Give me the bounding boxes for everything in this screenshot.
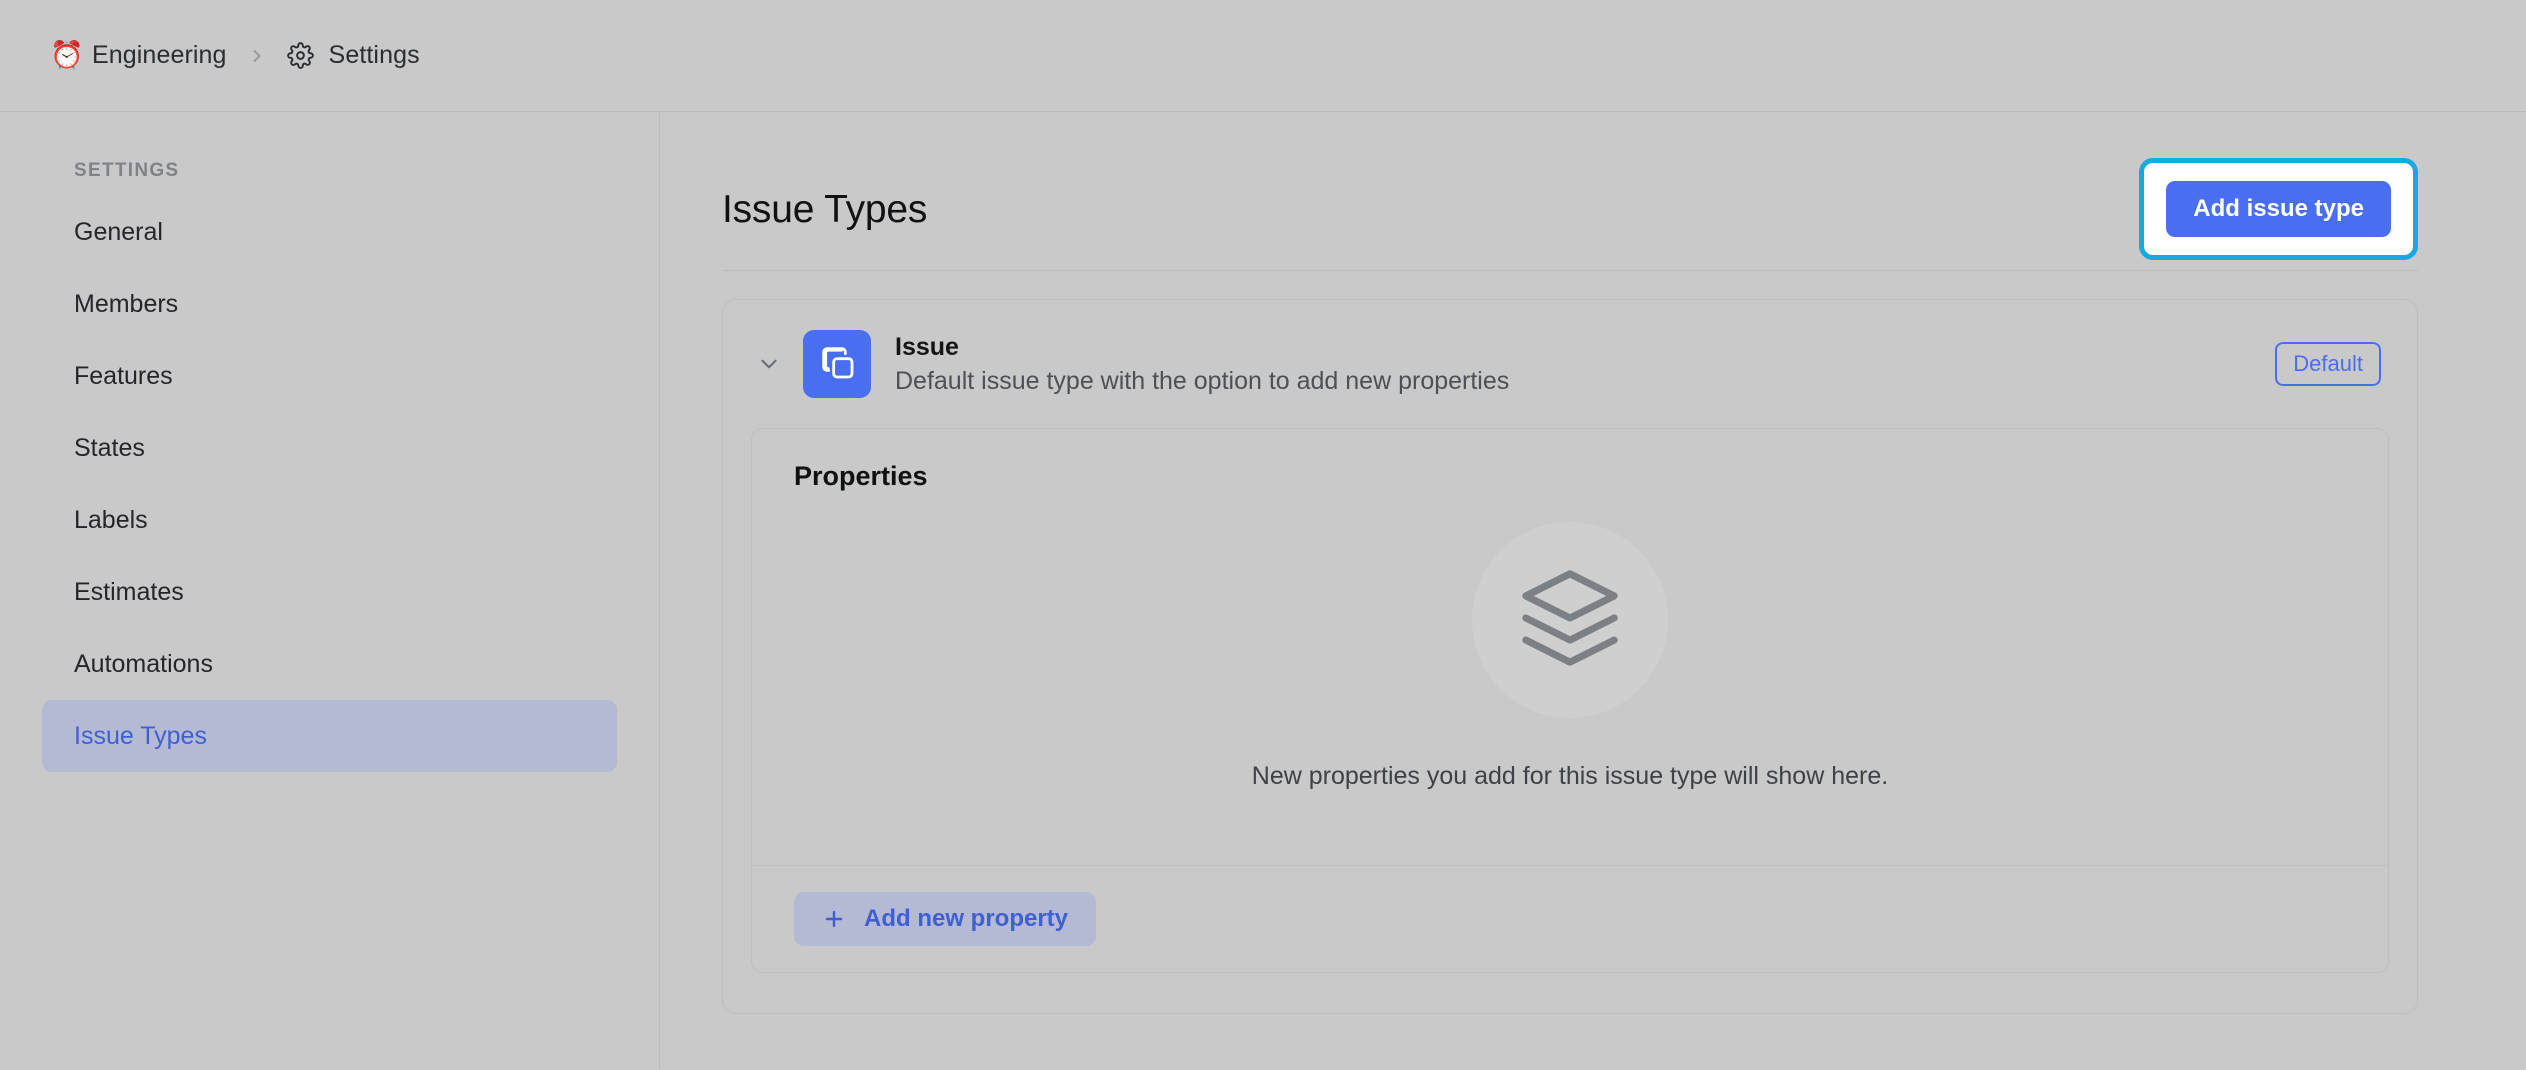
plus-icon [822, 907, 846, 931]
chevron-right-icon [247, 46, 267, 66]
header-divider [722, 270, 2418, 271]
sidebar-item-states[interactable]: States [42, 412, 617, 484]
empty-state-icon-circle [1472, 522, 1668, 718]
sidebar-item-issue-types[interactable]: Issue Types [42, 700, 617, 772]
sidebar-item-automations[interactable]: Automations [42, 628, 617, 700]
add-issue-type-button[interactable]: Add issue type [2166, 181, 2391, 237]
sidebar-nav-list: General Members Features States Labels E… [42, 196, 617, 772]
alarm-clock-icon: ⏰ [50, 42, 78, 70]
sidebar-item-members[interactable]: Members [42, 268, 617, 340]
breadcrumb-item-workspace[interactable]: ⏰ Engineering [42, 35, 235, 76]
page-header-actions: Add issue type [2139, 158, 2418, 260]
properties-empty-state: New properties you add for this issue ty… [752, 492, 2388, 865]
layers-copy-icon [817, 342, 857, 387]
add-new-property-label: Add new property [864, 907, 1068, 931]
default-badge[interactable]: Default [2275, 342, 2381, 386]
sidebar-item-general[interactable]: General [42, 196, 617, 268]
sidebar-item-label: States [74, 434, 145, 463]
issue-type-card: Issue Default issue type with the option… [722, 299, 2418, 1014]
gear-icon [287, 42, 315, 70]
sidebar-item-label: Features [74, 362, 173, 391]
sidebar-item-estimates[interactable]: Estimates [42, 556, 617, 628]
focus-highlight: Add issue type [2139, 158, 2418, 260]
issue-type-header: Issue Default issue type with the option… [723, 300, 2417, 428]
issue-type-description: Default issue type with the option to ad… [895, 367, 2275, 396]
breadcrumb-workspace-label: Engineering [92, 41, 227, 70]
layers-icon [1517, 565, 1623, 676]
sidebar-section-title: SETTINGS [42, 112, 617, 196]
main-content: Issue Types Add issue type [660, 112, 2526, 1070]
settings-sidebar: SETTINGS General Members Features States… [0, 112, 660, 1070]
issue-type-avatar [803, 330, 871, 398]
properties-title: Properties [752, 429, 2388, 492]
sidebar-item-label: General [74, 218, 163, 247]
issue-type-meta: Issue Default issue type with the option… [895, 333, 2275, 396]
body-row: SETTINGS General Members Features States… [0, 112, 2526, 1070]
properties-footer: Add new property [752, 865, 2388, 972]
breadcrumb: ⏰ Engineering Settings [42, 35, 428, 76]
sidebar-item-label: Issue Types [74, 722, 207, 751]
sidebar-item-label: Labels [74, 506, 148, 535]
app-window: ⏰ Engineering Settings [0, 0, 2526, 1070]
issue-type-name: Issue [895, 333, 2275, 362]
add-new-property-button[interactable]: Add new property [794, 892, 1096, 946]
page-title: Issue Types [722, 190, 927, 229]
breadcrumb-item-settings[interactable]: Settings [279, 35, 428, 76]
properties-panel: Properties New properties you [751, 428, 2389, 973]
sidebar-item-labels[interactable]: Labels [42, 484, 617, 556]
sidebar-item-label: Estimates [74, 578, 184, 607]
sidebar-item-label: Automations [74, 650, 213, 679]
sidebar-item-features[interactable]: Features [42, 340, 617, 412]
properties-empty-text: New properties you add for this issue ty… [1252, 762, 1888, 791]
chevron-down-icon[interactable] [747, 342, 791, 386]
page-header: Issue Types Add issue type [660, 112, 2418, 244]
breadcrumb-settings-label: Settings [329, 41, 420, 70]
sidebar-item-label: Members [74, 290, 178, 319]
top-bar: ⏰ Engineering Settings [0, 0, 2526, 112]
